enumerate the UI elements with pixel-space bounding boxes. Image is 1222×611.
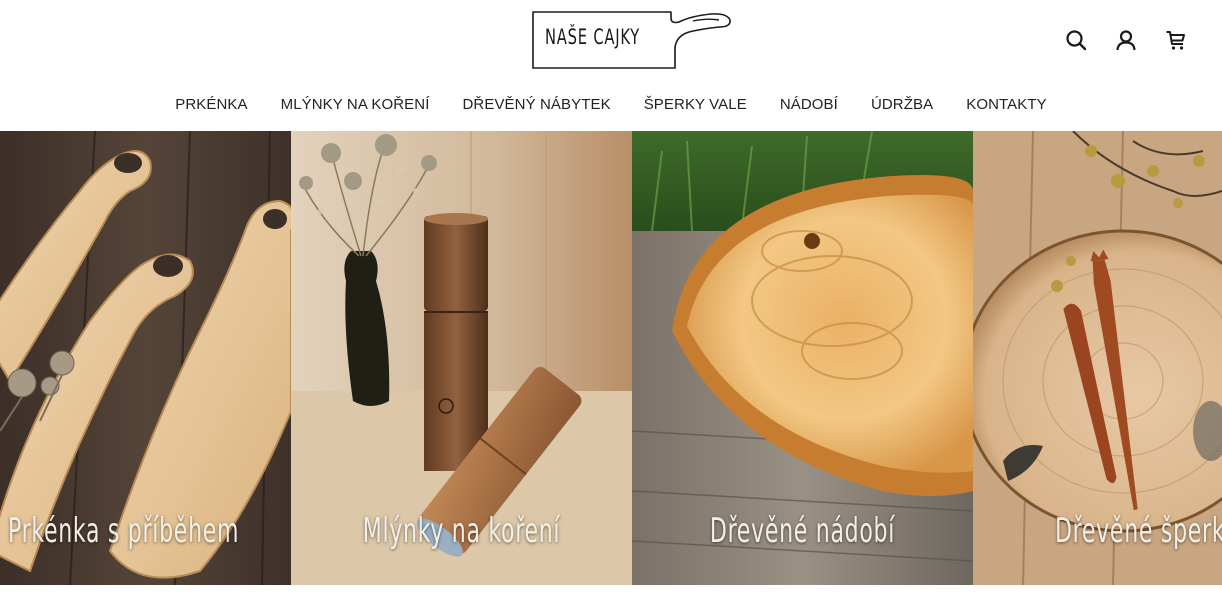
logo[interactable]: NAŠE CAJKY <box>531 10 733 70</box>
search-icon[interactable] <box>1064 28 1088 52</box>
user-icon[interactable] <box>1114 28 1138 52</box>
cart-icon[interactable] <box>1164 28 1188 52</box>
tile-wooden-jewelry[interactable]: Dřevěné šperky <box>973 131 1222 585</box>
tile-label: Prkénka s příběhem <box>8 511 240 551</box>
nav-item-sperky[interactable]: ŠPERKY VALE <box>627 94 763 120</box>
nav-item-kontakty[interactable]: KONTAKTY <box>950 94 1064 120</box>
nav-item-nabytek[interactable]: DŘEVĚNÝ NÁBYTEK <box>446 94 627 120</box>
header-icons <box>1064 28 1188 52</box>
tile-cutting-boards[interactable]: Prkénka s příběhem <box>0 131 291 585</box>
nav-item-mlynky[interactable]: MLÝNKY NA KOŘENÍ <box>264 94 446 120</box>
logo-text: NAŠE CAJKY <box>545 25 641 49</box>
tile-wooden-dishes[interactable]: Dřevěné nádobí <box>632 131 973 585</box>
tile-label: Dřevěné šperky <box>1055 511 1222 551</box>
category-tiles: Prkénka s příběhem Mlýnky na koření Dřev… <box>0 131 1222 585</box>
tile-label: Mlýnky na koření <box>362 511 561 551</box>
main-nav: PRKÉNKA MLÝNKY NA KOŘENÍ DŘEVĚNÝ NÁBYTEK… <box>0 94 1222 120</box>
tile-spice-mills[interactable]: Mlýnky na koření <box>291 131 632 585</box>
nav-item-udrzba[interactable]: ÚDRŽBA <box>854 94 949 120</box>
nav-item-nadobi[interactable]: NÁDOBÍ <box>763 94 854 120</box>
site-header: NAŠE CAJKY <box>0 0 1222 82</box>
nav-item-prkenka[interactable]: PRKÉNKA <box>159 94 264 120</box>
tile-label: Dřevěné nádobí <box>709 511 896 551</box>
